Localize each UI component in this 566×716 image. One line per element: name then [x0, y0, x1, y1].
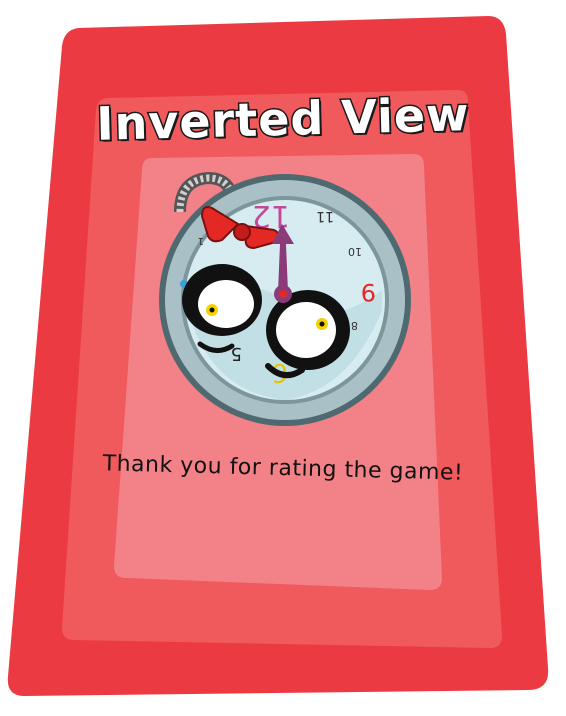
numeral-ten: 10 [348, 245, 362, 258]
rating-dialog: Inverted View 12 11 10 9 8 6 5 1 Thank y… [0, 0, 566, 716]
numeral-one: 1 [198, 235, 204, 246]
cute-clock-face-icon: 12 11 10 9 8 6 5 1 [159, 171, 411, 426]
numeral-eleven: 11 [316, 208, 334, 224]
numeral-nine: 9 [361, 278, 376, 306]
numeral-eight: 8 [351, 319, 358, 332]
